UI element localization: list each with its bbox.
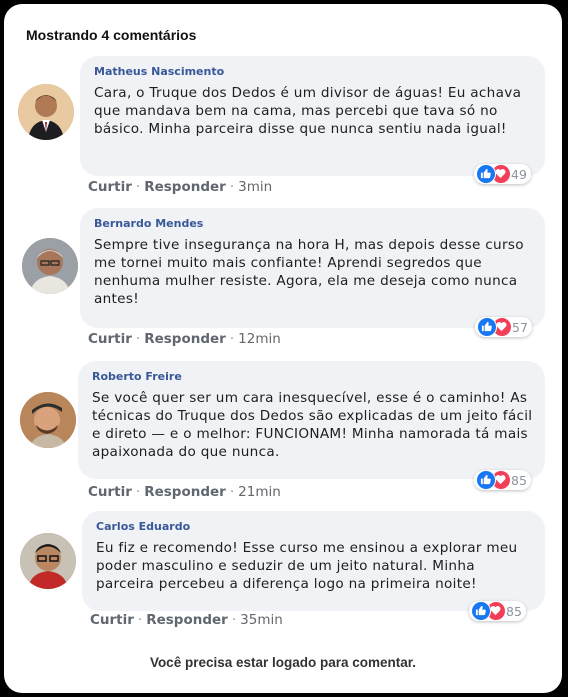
separator: · [135,179,141,195]
like-reaction-icon [476,164,496,184]
like-link[interactable]: Curtir [88,331,132,347]
avatar[interactable] [18,84,74,140]
like-link[interactable]: Curtir [88,179,132,195]
comment-actions: Curtir · Responder · 3min [88,179,272,195]
comment-actions: Curtir · Responder · 21min [88,484,281,500]
like-reaction-icon [471,601,491,621]
like-link[interactable]: Curtir [90,612,134,628]
like-link[interactable]: Curtir [88,484,132,500]
reply-link[interactable]: Responder [144,331,226,347]
comment-actions: Curtir · Responder · 35min [90,612,283,628]
reaction-summary[interactable]: 85 [474,470,531,490]
separator: · [229,179,235,195]
reaction-summary[interactable]: 57 [475,317,532,337]
comment-author[interactable]: Matheus Nascimento [94,65,533,78]
comment-text: Eu fiz e recomendo! Esse curso me ensino… [96,540,518,592]
reply-link[interactable]: Responder [144,179,226,195]
comment-text: Se você quer ser um cara inesquecível, e… [92,390,533,460]
reply-link[interactable]: Responder [144,484,226,500]
reaction-count: 85 [511,472,527,488]
login-notice: Você precisa estar logado para comentar. [149,655,417,670]
comment-author[interactable]: Roberto Freire [92,370,533,383]
comment-actions: Curtir · Responder · 12min [88,331,281,347]
like-reaction-icon [476,470,496,490]
reaction-summary[interactable]: 49 [474,164,531,184]
comment-time: 3min [238,179,273,195]
comment-author[interactable]: Bernardo Mendes [94,217,533,230]
comment-author[interactable]: Carlos Eduardo [96,520,533,533]
reaction-count: 57 [512,319,528,335]
reaction-count: 85 [506,603,522,619]
comment-bubble: Roberto Freire Se você quer ser um cara … [78,361,545,479]
reaction-summary[interactable]: 85 [469,601,526,621]
avatar[interactable] [22,238,78,294]
comment-time: 12min [238,331,281,347]
reply-link[interactable]: Responder [146,612,228,628]
separator: · [135,331,141,347]
comment-bubble: Bernardo Mendes Sempre tive insegurança … [80,208,545,328]
comments-panel: Mostrando 4 comentários Matheus Nascimen… [4,4,562,693]
separator: · [135,484,141,500]
comment-text: Cara, o Truque dos Dedos é um divisor de… [94,85,522,137]
avatar[interactable] [20,392,76,448]
reaction-count: 49 [511,166,527,182]
separator: · [229,331,235,347]
comment-bubble: Matheus Nascimento Cara, o Truque dos De… [80,56,545,176]
separator: · [231,612,237,628]
like-reaction-icon [477,317,497,337]
comment-time: 21min [238,484,281,500]
comment-time: 35min [240,612,283,628]
comment-count: Mostrando 4 comentários [26,27,197,43]
comment-bubble: Carlos Eduardo Eu fiz e recomendo! Esse … [82,511,545,611]
avatar[interactable] [20,533,76,589]
separator: · [137,612,143,628]
separator: · [229,484,235,500]
comment-text: Sempre tive insegurança na hora H, mas d… [94,237,524,307]
